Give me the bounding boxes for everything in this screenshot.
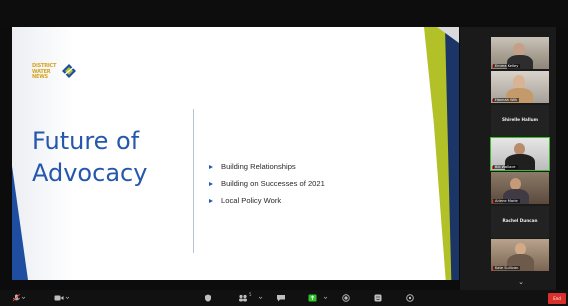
shared-screen-slide: DISTRICT WATER NEWS Future of Advocacy B…	[12, 27, 459, 280]
reactions-icon	[374, 294, 382, 302]
participant-name-label: Shirelle Hallum	[501, 117, 539, 122]
mute-button[interactable]	[12, 294, 26, 302]
slide-divider	[193, 109, 194, 253]
reactions-button[interactable]	[374, 294, 382, 302]
participant-tile[interactable]: Kate Sullivan	[491, 239, 549, 271]
record-icon	[342, 294, 350, 302]
participants-gallery-panel: Emma Kelley Hannah Wilt Shirelle Hallum …	[460, 27, 556, 290]
video-button[interactable]	[54, 294, 70, 302]
top-bar	[0, 0, 568, 27]
slide-title-line-2: Advocacy	[32, 159, 148, 187]
bullet-text: Building on Successes of 2021	[221, 179, 325, 188]
bullet-arrow-icon	[209, 198, 213, 203]
record-button[interactable]	[342, 294, 350, 302]
mute-icon	[12, 294, 26, 302]
participant-tile[interactable]: Hannah Wilt	[491, 71, 549, 103]
participant-tile[interactable]: Emma Kelley	[491, 37, 549, 69]
participant-face	[513, 75, 525, 89]
participant-tile[interactable]: Rachel Duncan	[491, 206, 549, 238]
apps-icon	[406, 294, 414, 302]
participants-count: 5	[249, 292, 252, 297]
bullet-arrow-icon	[209, 181, 213, 186]
bullet-item: Local Policy Work	[209, 192, 325, 209]
share-screen-icon	[308, 294, 328, 302]
security-icon	[205, 294, 211, 302]
logo-text: DISTRICT WATER NEWS	[32, 63, 57, 80]
organization-logo: DISTRICT WATER NEWS	[32, 62, 80, 84]
chat-icon	[277, 295, 285, 302]
participant-name: Emma Kelley	[493, 64, 521, 68]
end-meeting-button[interactable]: End	[548, 293, 566, 304]
bullet-item: Building Relationships	[209, 158, 325, 175]
participant-name: Kate Sullivan	[493, 266, 521, 270]
slide-title: Future of Advocacy	[32, 125, 182, 189]
logo-emblem-icon	[62, 64, 76, 78]
share-screen-button[interactable]	[308, 294, 330, 302]
participant-tile[interactable]: Shirelle Hallum	[491, 105, 549, 137]
slide-bullet-list: Building Relationships Building on Succe…	[209, 158, 325, 209]
bullet-text: Building Relationships	[221, 162, 296, 171]
participants-button[interactable]: 5	[238, 292, 264, 302]
bullet-arrow-icon	[209, 164, 213, 169]
chat-button[interactable]	[276, 294, 286, 302]
video-icon	[54, 295, 70, 301]
participant-name: Arlene Marie	[493, 199, 520, 203]
participant-name: Hannah Wilt	[493, 98, 519, 102]
bullet-text: Local Policy Work	[221, 196, 282, 205]
participant-tile-active-speaker[interactable]: Bill Wallace	[490, 137, 550, 171]
apps-button[interactable]	[406, 294, 414, 302]
participant-name-label: Rachel Duncan	[502, 218, 538, 223]
participant-name: Bill Wallace	[493, 165, 518, 169]
bullet-item: Building on Successes of 2021	[209, 175, 325, 192]
security-button[interactable]	[204, 294, 212, 302]
participant-tile[interactable]: Arlene Marie	[491, 172, 549, 204]
slide-title-line-1: Future of	[32, 127, 140, 155]
meeting-toolbar: 5	[0, 290, 568, 306]
scroll-down-chevron-icon[interactable]: ⌄	[514, 278, 528, 286]
